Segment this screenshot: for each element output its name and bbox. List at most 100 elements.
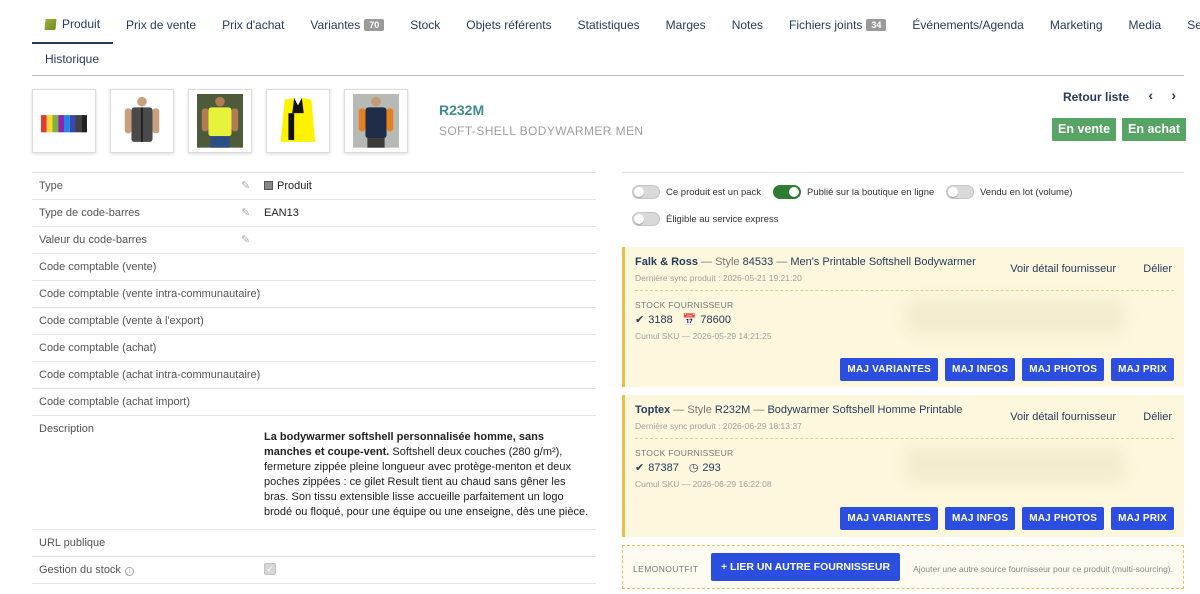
supplier-buttons: MAJ VARIANTES MAJ INFOS MAJ PHOTOS MAJ P… — [840, 358, 1174, 381]
tab-objets-referents[interactable]: Objets référents — [453, 6, 564, 44]
tab-label: Stock — [410, 18, 441, 32]
maj-prix-button[interactable]: MAJ PRIX — [1111, 507, 1174, 530]
tab-services-lies[interactable]: Services liés — [1174, 6, 1200, 44]
attr-value-type: Produit — [264, 180, 312, 192]
supplier-detail-link[interactable]: Voir détail fournisseur — [1010, 263, 1116, 275]
attr-row-gestion-stock: Gestion du stock i ✓ — [32, 557, 596, 584]
tab-label: Marketing — [1049, 18, 1103, 32]
maj-photos-button[interactable]: MAJ PHOTOS — [1022, 507, 1105, 530]
tab-statistiques[interactable]: Statistiques — [565, 6, 653, 44]
blurred-content — [905, 447, 1125, 483]
tab-notes[interactable]: Notes — [719, 6, 776, 44]
stock-main: ✔ 3188 — [635, 313, 673, 327]
cube-icon — [44, 18, 57, 30]
stock-values: ✔ 87387 ◷ 293 — [635, 461, 721, 475]
maj-infos-button[interactable]: MAJ INFOS — [944, 358, 1016, 381]
product-thumbnails — [32, 89, 408, 153]
tab-fichiers-joints[interactable]: Fichiers joints 34 — [776, 6, 899, 44]
tab-variantes[interactable]: Variantes 70 — [297, 6, 397, 44]
tab-label: Prix d'achat — [222, 18, 285, 32]
divider — [635, 290, 1174, 291]
tab-historique[interactable]: Historique — [32, 43, 112, 75]
status-en-vente[interactable]: En vente — [1052, 118, 1117, 141]
supplier-detail-link[interactable]: Voir détail fournisseur — [1010, 411, 1116, 423]
toggle-label: Publié sur la boutique en ligne — [807, 186, 935, 198]
stock-second-value: 78600 — [700, 313, 731, 326]
supplier-delier-link[interactable]: Délier — [1143, 411, 1172, 423]
attr-row-compta-vente-intra: Code comptable (vente intra-communautair… — [32, 281, 596, 308]
stock-main: ✔ 87387 — [635, 461, 679, 475]
tab-marketing[interactable]: Marketing — [1037, 6, 1116, 44]
attr-row-compta-achat-import: Code comptable (achat import) — [32, 389, 596, 416]
status-en-achat[interactable]: En achat — [1122, 118, 1187, 141]
attr-row-compta-vente-export: Code comptable (vente à l'export) — [32, 308, 596, 335]
thumbnail-3[interactable] — [188, 89, 252, 153]
pencil-icon[interactable]: ✎ — [241, 233, 250, 246]
maj-infos-button[interactable]: MAJ INFOS — [944, 507, 1016, 530]
cumul-sku: Cumul SKU — 2026-05-29 14:21:25 — [635, 331, 772, 341]
tabs-row-2: Historique — [32, 43, 112, 75]
attr-row-barcode-value: Valeur du code-barres ✎ — [32, 227, 596, 254]
tab-prix-achat[interactable]: Prix d'achat — [209, 6, 297, 44]
tab-prix-de-vente[interactable]: Prix de vente — [113, 6, 209, 44]
stock-label: STOCK FOURNISSEUR — [635, 448, 734, 458]
toggle-switch[interactable] — [773, 185, 801, 199]
tab-stock[interactable]: Stock — [397, 6, 453, 44]
tab-label: Produit — [62, 17, 101, 31]
attr-row-type: Type ✎ Produit — [32, 173, 596, 200]
toggle-label: Éligible au service express — [666, 213, 779, 225]
chevron-right-icon[interactable]: › — [1171, 87, 1176, 103]
tab-label: Objets référents — [466, 18, 552, 32]
retour-liste-link[interactable]: Retour liste — [1063, 90, 1129, 104]
toggle-express[interactable]: Éligible au service express — [632, 212, 778, 226]
tab-label: Variantes — [310, 18, 361, 32]
maj-photos-button[interactable]: MAJ PHOTOS — [1022, 358, 1105, 381]
toggle-boutique[interactable]: Publié sur la boutique en ligne — [773, 185, 934, 199]
blurred-content — [905, 299, 1125, 335]
stock-values: ✔ 3188 📅 78600 — [635, 313, 731, 327]
tab-label: Services liés — [1187, 18, 1200, 32]
toggle-switch[interactable] — [632, 212, 660, 226]
thumbnail-2[interactable] — [110, 89, 174, 153]
pencil-icon[interactable]: ✎ — [241, 179, 250, 192]
tab-marges[interactable]: Marges — [653, 6, 719, 44]
attr-label: Type de code-barres — [39, 207, 140, 219]
add-supplier-label: LEMONOUTFIT — [633, 564, 699, 574]
tab-evenements-agenda[interactable]: Événements/Agenda — [899, 6, 1036, 44]
maj-variantes-button[interactable]: MAJ VARIANTES — [840, 507, 938, 530]
toggles-area: Ce produit est un pack Publié sur la bou… — [622, 173, 1184, 238]
maj-variantes-button[interactable]: MAJ VARIANTES — [840, 358, 938, 381]
supplier-delier-link[interactable]: Délier — [1143, 263, 1172, 275]
toggle-label: Vendu en lot (volume) — [980, 186, 1073, 198]
yellow-vest-image — [280, 97, 316, 142]
thumbnail-1[interactable] — [32, 89, 96, 153]
attr-row-compta-achat-intra: Code comptable (achat intra-communautair… — [32, 362, 596, 389]
toggle-lot[interactable]: Vendu en lot (volume) — [946, 185, 1072, 199]
link-supplier-button[interactable]: + LIER UN AUTRE FOURNISSEUR — [711, 553, 901, 581]
thumbnail-4[interactable] — [266, 89, 330, 153]
gestion-stock-checkbox[interactable]: ✓ — [264, 563, 276, 575]
toggle-switch[interactable] — [946, 185, 974, 199]
toggle-label: Ce produit est un pack — [666, 186, 762, 198]
tab-label: Marges — [665, 18, 706, 32]
chevron-left-icon[interactable]: ‹ — [1148, 87, 1153, 103]
tab-label: Notes — [731, 18, 764, 32]
supplier-product: Men's Printable Softshell Bodywarmer — [790, 256, 976, 268]
thumbnail-5[interactable] — [344, 89, 408, 153]
supplier-card: Toptex — Style R232M — Bodywarmer Softsh… — [622, 395, 1184, 537]
count-badge: 70 — [364, 19, 385, 31]
supplier-title: Toptex — Style R232M — Bodywarmer Softsh… — [635, 404, 963, 416]
attr-value-text: Produit — [277, 180, 312, 192]
attr-label: Code comptable (vente) — [39, 261, 157, 273]
toggle-pack[interactable]: Ce produit est un pack — [632, 185, 761, 199]
model-grey-vest-image — [124, 96, 160, 142]
tab-label: Statistiques — [577, 18, 640, 32]
attr-label-text: Gestion du stock — [39, 564, 121, 576]
stock-second: ◷ 293 — [689, 461, 721, 475]
tab-media[interactable]: Media — [1116, 6, 1175, 44]
pencil-icon[interactable]: ✎ — [241, 206, 250, 219]
tab-produit[interactable]: Produit — [32, 6, 114, 44]
maj-prix-button[interactable]: MAJ PRIX — [1111, 358, 1174, 381]
check-icon: ✔ — [635, 462, 645, 474]
toggle-switch[interactable] — [632, 185, 660, 199]
